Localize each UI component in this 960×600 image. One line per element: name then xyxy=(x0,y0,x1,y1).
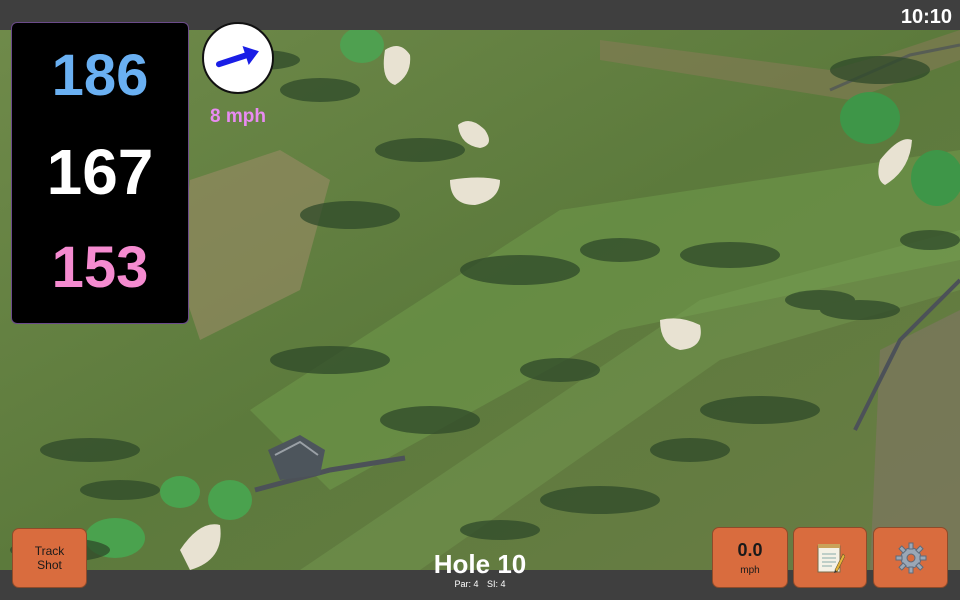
hole-par: Par: 4 xyxy=(454,579,479,589)
speed-button[interactable]: 0.0 mph xyxy=(712,527,788,588)
settings-button[interactable] xyxy=(873,527,948,588)
hole-details: Par: 4 SI: 4 xyxy=(380,579,580,590)
wind-direction-dial xyxy=(202,22,274,94)
hole-title: Hole 10 xyxy=(433,549,527,579)
distance-back: 186 xyxy=(51,43,149,108)
distance-front: 153 xyxy=(51,235,149,300)
speed-unit: mph xyxy=(740,565,760,576)
wind-speed-label: 8 mph xyxy=(210,106,266,127)
gear-icon xyxy=(895,542,926,573)
arrow-right-icon xyxy=(215,46,259,68)
clock: 10:10 xyxy=(900,6,952,28)
track-shot-button[interactable]: Track Shot xyxy=(12,528,87,588)
scorecard-notes-button[interactable] xyxy=(793,527,867,588)
speed-value: 0.0 xyxy=(737,540,763,560)
track-shot-label-line2: Shot xyxy=(37,558,62,572)
distance-center: 167 xyxy=(46,136,154,208)
track-shot-label-line1: Track xyxy=(34,544,65,558)
notepad-icon xyxy=(817,543,845,573)
distance-panel: 186 167 153 xyxy=(11,22,189,324)
hole-info[interactable]: Hole 10 Par: 4 SI: 4 xyxy=(380,549,580,590)
hole-stroke-index: SI: 4 xyxy=(487,579,506,589)
